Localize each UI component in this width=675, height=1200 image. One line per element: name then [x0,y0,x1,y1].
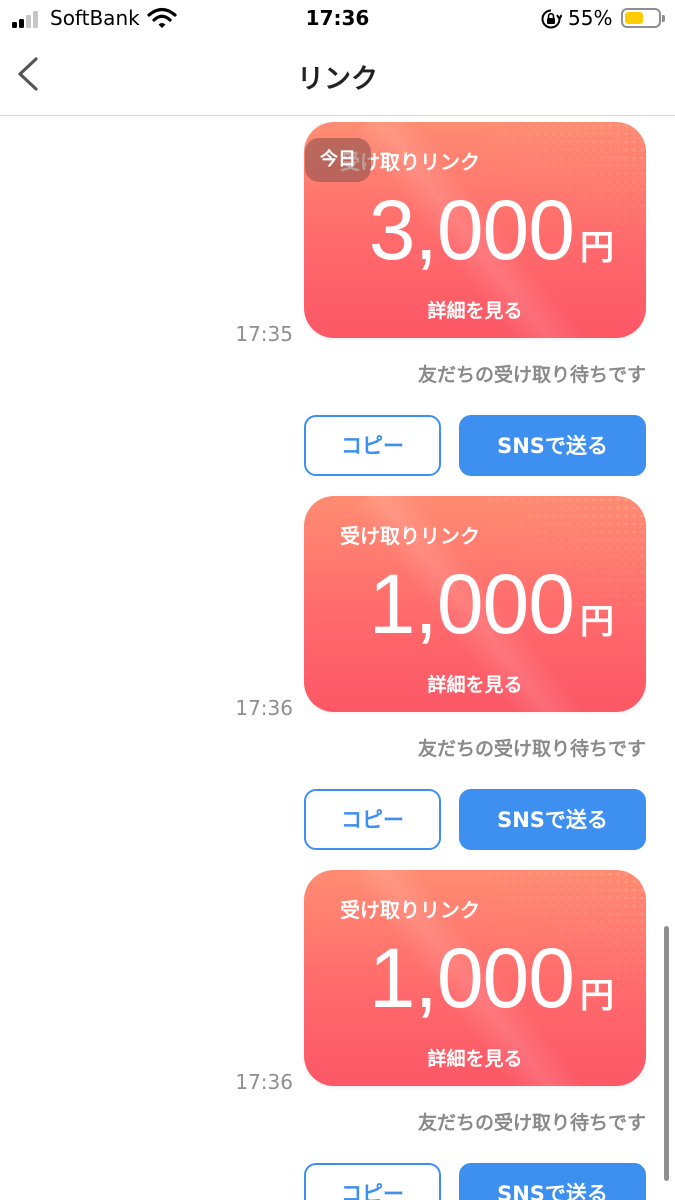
battery-icon [621,8,665,28]
card-amount: 1,000 [368,557,575,651]
battery-percent: 55% [568,6,613,30]
send-via-sns-button[interactable]: SNSで送る [459,415,646,476]
page-title: リンク [297,64,378,95]
send-via-sns-button[interactable]: SNSで送る [459,1163,646,1200]
details-link[interactable]: 詳細を見る [304,1044,646,1071]
message-list[interactable]: 受け取りリンク 3,000 円 詳細を見る 17:35 友だちの受け取り待ちです… [0,117,675,1200]
link-message: 受け取りリンク 1,000 円 詳細を見る 17:36 友だちの受け取り待ちです… [0,870,675,1200]
status-bar: SoftBank 17:36 55% [0,0,675,40]
message-time: 17:36 [235,696,293,720]
copy-button[interactable]: コピー [304,415,441,476]
link-message: 受け取りリンク 1,000 円 詳細を見る 17:36 友だちの受け取り待ちです… [0,496,675,870]
card-currency: 円 [580,228,614,268]
card-amount: 1,000 [368,931,575,1025]
details-link[interactable]: 詳細を見る [304,296,646,323]
message-time: 17:36 [235,1070,293,1094]
battery-level [625,12,643,24]
details-link[interactable]: 詳細を見る [304,670,646,697]
card-currency: 円 [580,602,614,642]
receive-link-card[interactable]: 受け取りリンク 1,000 円 詳細を見る [304,870,646,1086]
orientation-lock-icon [541,9,562,29]
card-currency: 円 [580,976,614,1016]
card-amount: 3,000 [368,183,575,277]
link-message: 受け取りリンク 3,000 円 詳細を見る 17:35 友だちの受け取り待ちです… [0,122,675,496]
receive-status: 友だちの受け取り待ちです [417,364,646,386]
copy-button[interactable]: コピー [304,1163,441,1200]
scrollbar[interactable] [664,926,669,1181]
send-via-sns-button[interactable]: SNSで送る [459,789,646,850]
message-time: 17:35 [235,322,293,346]
copy-button[interactable]: コピー [304,789,441,850]
receive-status: 友だちの受け取り待ちです [417,738,646,760]
date-badge: 今日 [305,138,371,182]
card-label: 受け取りリンク [340,524,480,548]
card-label: 受け取りリンク [340,898,480,922]
screen: SoftBank 17:36 55% リンク 受け取りリンク 3,000 円 詳… [0,0,675,1200]
receive-status: 友だちの受け取り待ちです [417,1112,646,1134]
receive-link-card[interactable]: 受け取りリンク 1,000 円 詳細を見る [304,496,646,712]
navigation-bar: リンク [0,40,675,116]
